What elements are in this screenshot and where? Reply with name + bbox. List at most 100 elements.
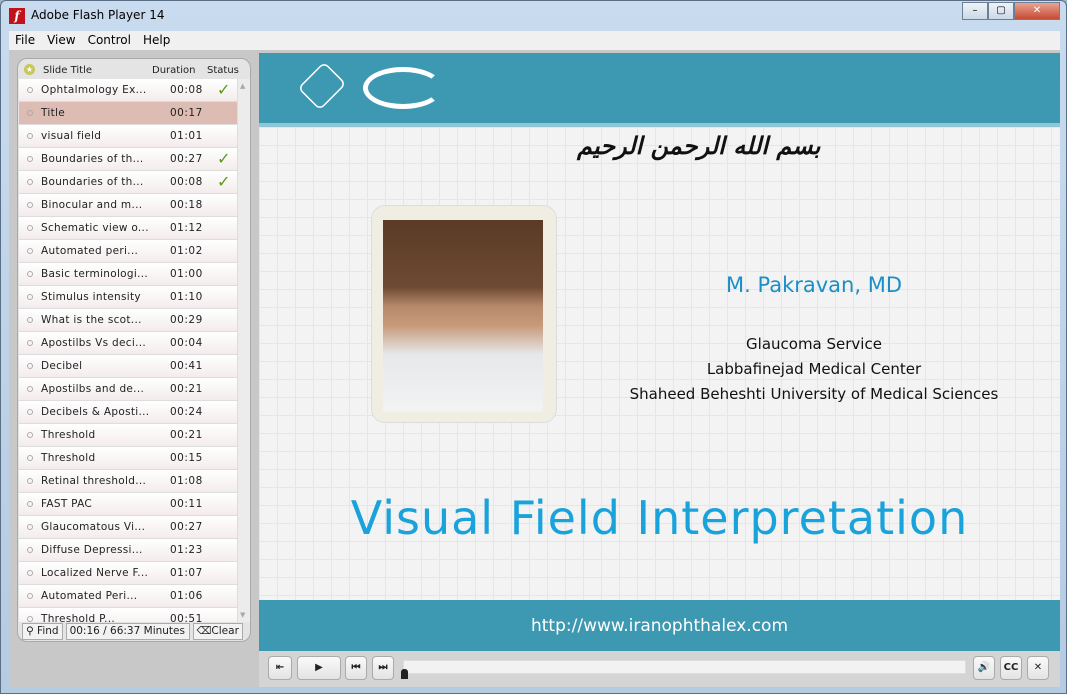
slide-title-cell: Schematic view o... bbox=[41, 222, 149, 234]
maximize-button[interactable]: ▢ bbox=[988, 2, 1014, 20]
slide-list-item[interactable]: Threshold 00:21 bbox=[19, 424, 237, 447]
duration-cell: 01:08 bbox=[170, 475, 203, 487]
duration-cell: 00:11 bbox=[170, 498, 203, 510]
slide-list-item[interactable]: Boundaries of th... 00:08 ✓ bbox=[19, 171, 237, 194]
progress-bar[interactable] bbox=[403, 660, 966, 674]
duration-cell: 00:15 bbox=[170, 452, 203, 464]
bullet-icon bbox=[27, 570, 33, 576]
menu-file[interactable]: File bbox=[9, 31, 41, 50]
previous-slide-button[interactable]: ⏮ bbox=[345, 656, 367, 680]
website-url: http://www.iranophthalex.com bbox=[530, 616, 789, 636]
duration-cell: 00:18 bbox=[170, 199, 203, 211]
slide-list-item[interactable]: Automated peri... 01:02 bbox=[19, 240, 237, 263]
bullet-icon bbox=[27, 202, 33, 208]
slide-list-item[interactable]: Diffuse Depressi... 01:23 bbox=[19, 539, 237, 562]
slide-list-item[interactable]: Boundaries of th... 00:27 ✓ bbox=[19, 148, 237, 171]
slide-title-cell: Automated Peri... bbox=[41, 590, 138, 602]
bullet-icon bbox=[27, 248, 33, 254]
bullet-icon bbox=[27, 294, 33, 300]
slide-list-item[interactable]: FAST PAC 00:11 bbox=[19, 493, 237, 516]
presenter-name: M. Pakravan, MD bbox=[726, 273, 902, 297]
clear-label: Clear bbox=[211, 625, 239, 637]
duration-cell: 00:08 bbox=[170, 176, 203, 188]
menu-help[interactable]: Help bbox=[137, 31, 176, 50]
slide-list-item[interactable]: visual field 01:01 bbox=[19, 125, 237, 148]
bullet-icon bbox=[27, 455, 33, 461]
next-slide-button[interactable]: ⏭ bbox=[372, 656, 394, 680]
scroll-down-icon[interactable]: ▼ bbox=[240, 611, 245, 619]
window-title: Adobe Flash Player 14 bbox=[31, 8, 165, 22]
playback-controls: ⇤ ▶ ⏮ ⏭ 🔊 CC ✕ bbox=[259, 651, 1060, 687]
slide-list-item[interactable]: What is the scot... 00:29 bbox=[19, 309, 237, 332]
slide-title-cell: visual field bbox=[41, 130, 102, 142]
slide-list-item[interactable]: Apostilbs Vs deci... 00:04 bbox=[19, 332, 237, 355]
bullet-icon bbox=[27, 133, 33, 139]
bullet-icon bbox=[27, 271, 33, 277]
slide-list-item[interactable]: Decibels & Aposti... 00:24 bbox=[19, 401, 237, 424]
volume-button[interactable]: 🔊 bbox=[973, 656, 995, 680]
duration-cell: 01:07 bbox=[170, 567, 203, 579]
minimize-button[interactable]: – bbox=[962, 2, 988, 20]
closed-captions-button[interactable]: CC bbox=[1000, 656, 1022, 680]
menu-view[interactable]: View bbox=[41, 31, 81, 50]
slide-list-panel: ★ Slide Title Duration Status Ophtalmolo… bbox=[17, 58, 251, 642]
duration-cell: 00:04 bbox=[170, 337, 203, 349]
slide-title-cell: Ophtalmology Ex... bbox=[41, 84, 147, 96]
clear-button[interactable]: ⌫Clear bbox=[192, 623, 243, 640]
find-button[interactable]: ⚲ Find bbox=[22, 623, 63, 640]
slide-list-item[interactable]: Localized Nerve F... 01:07 bbox=[19, 562, 237, 585]
list-scrollbar[interactable]: ▲ ▼ bbox=[237, 79, 250, 622]
bullet-icon bbox=[27, 386, 33, 392]
slide-list-item[interactable]: Threshold P... 00:51 bbox=[19, 608, 237, 622]
slide-list-item[interactable]: Decibel 00:41 bbox=[19, 355, 237, 378]
bullet-icon bbox=[27, 340, 33, 346]
status-check-icon: ✓ bbox=[217, 80, 231, 99]
duration-cell: 01:23 bbox=[170, 544, 203, 556]
slide-title-cell: What is the scot... bbox=[41, 314, 142, 326]
bullet-icon bbox=[27, 110, 33, 116]
slide-list-item[interactable]: Retinal threshold... 01:08 bbox=[19, 470, 237, 493]
duration-cell: 01:00 bbox=[170, 268, 203, 280]
slide-title-cell: Apostilbs Vs deci... bbox=[41, 337, 146, 349]
duration-cell: 00:29 bbox=[170, 314, 203, 326]
scroll-up-icon[interactable]: ▲ bbox=[240, 82, 245, 90]
slide-title-cell: Binocular and m... bbox=[41, 199, 143, 211]
bismillah-calligraphy: بسم الله الرحمن الرحيم bbox=[577, 131, 821, 160]
duration-cell: 00:27 bbox=[170, 153, 203, 165]
duration-cell: 01:10 bbox=[170, 291, 203, 303]
status-check-icon: ✓ bbox=[217, 149, 231, 168]
progress-thumb[interactable] bbox=[401, 669, 408, 679]
slide-list-item[interactable]: Apostilbs and de... 00:21 bbox=[19, 378, 237, 401]
bullet-icon bbox=[27, 363, 33, 369]
bullet-icon bbox=[27, 156, 33, 162]
slide-list-item[interactable]: Automated Peri... 01:06 bbox=[19, 585, 237, 608]
header-slide-title: Slide Title bbox=[43, 65, 93, 76]
search-icon: ⚲ bbox=[26, 625, 34, 637]
slide-list-item[interactable]: Title 00:17 bbox=[19, 102, 237, 125]
slide-title-cell: Apostilbs and de... bbox=[41, 383, 145, 395]
eraser-icon: ⌫ bbox=[196, 625, 212, 637]
close-player-button[interactable]: ✕ bbox=[1027, 656, 1049, 680]
slide-title-cell: Automated peri... bbox=[41, 245, 139, 257]
presenter-photo bbox=[371, 205, 557, 423]
exit-button[interactable]: ⇤ bbox=[268, 656, 292, 680]
slide-list-item[interactable]: Stimulus intensity 01:10 bbox=[19, 286, 237, 309]
slide-title-cell: Diffuse Depressi... bbox=[41, 544, 143, 556]
slide-list-item[interactable]: Basic terminologi... 01:00 bbox=[19, 263, 237, 286]
slide-title: Visual Field Interpretation bbox=[350, 491, 969, 545]
slide-title-cell: Glaucomatous Vi... bbox=[41, 521, 146, 533]
slide-title-cell: Threshold P... bbox=[41, 613, 115, 622]
menu-control[interactable]: Control bbox=[82, 31, 137, 50]
slide-list-item[interactable]: Glaucomatous Vi... 00:27 bbox=[19, 516, 237, 539]
player-content: ★ Slide Title Duration Status Ophtalmolo… bbox=[9, 50, 1060, 687]
bullet-icon bbox=[27, 524, 33, 530]
slide-list-item[interactable]: Binocular and m... 00:18 bbox=[19, 194, 237, 217]
affiliation-line: Labbafinejad Medical Center bbox=[706, 360, 922, 378]
play-button[interactable]: ▶ bbox=[297, 656, 341, 680]
slide-list-item[interactable]: Schematic view o... 01:12 bbox=[19, 217, 237, 240]
close-window-button[interactable]: ✕ bbox=[1014, 2, 1060, 20]
eye-logo-icon bbox=[363, 67, 443, 109]
slide-list-item[interactable]: Ophtalmology Ex... 00:08 ✓ bbox=[19, 79, 237, 102]
slide-list-item[interactable]: Threshold 00:15 bbox=[19, 447, 237, 470]
slide-title-cell: Decibels & Aposti... bbox=[41, 406, 150, 418]
